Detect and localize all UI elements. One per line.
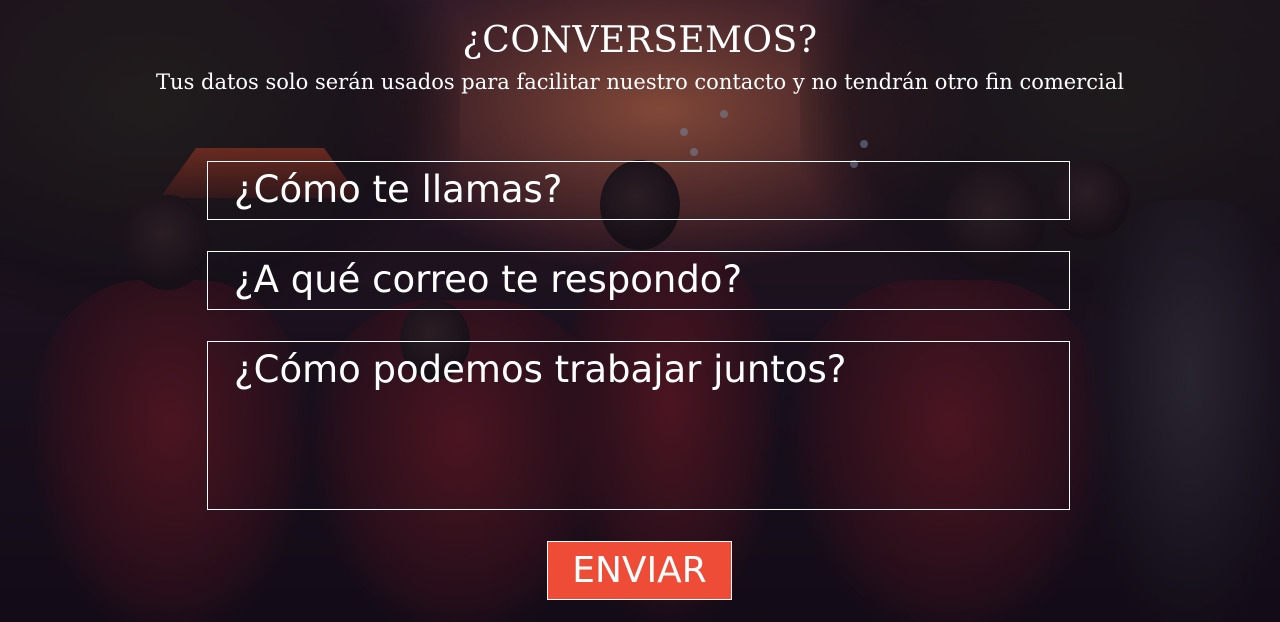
email-field[interactable]: ¿A qué correo te respondo?: [207, 251, 1070, 310]
email-field-placeholder: ¿A qué correo te respondo?: [234, 258, 743, 301]
page-subtitle: Tus datos solo serán usados para facilit…: [156, 70, 1124, 94]
contact-section: ¿CONVERSEMOS? Tus datos solo serán usado…: [0, 0, 1280, 622]
name-field-placeholder: ¿Cómo te llamas?: [234, 168, 563, 211]
page-title: ¿CONVERSEMOS?: [462, 20, 818, 61]
message-field-placeholder: ¿Cómo podemos trabajar juntos?: [234, 348, 847, 391]
name-field[interactable]: ¿Cómo te llamas?: [207, 161, 1070, 220]
message-field[interactable]: ¿Cómo podemos trabajar juntos?: [207, 341, 1070, 510]
submit-button[interactable]: ENVIAR: [547, 541, 732, 600]
